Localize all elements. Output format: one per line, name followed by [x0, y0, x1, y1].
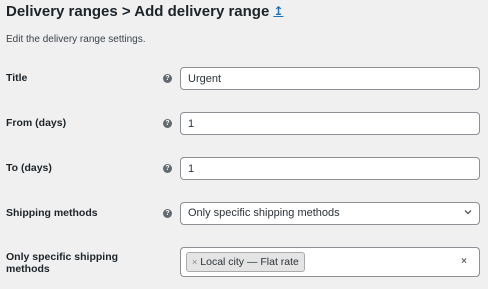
help-icon[interactable]: ? — [163, 119, 172, 128]
to-days-input[interactable] — [180, 157, 480, 180]
chevron-down-icon — [464, 210, 472, 215]
help-icon[interactable]: ? — [163, 164, 172, 173]
help-icon[interactable]: ? — [163, 74, 172, 83]
from-days-label: From (days) — [6, 117, 67, 129]
shipping-method-chip: × Local city — Flat rate — [186, 252, 305, 272]
shipping-methods-select[interactable]: Only specific shipping methods — [180, 202, 480, 225]
specific-methods-label: Only specific shipping methods — [6, 251, 118, 275]
page-title: Delivery ranges > Add delivery range ↥ — [6, 3, 283, 21]
to-days-label: To (days) — [6, 162, 52, 174]
up-arrow-icon[interactable]: ↥ — [273, 4, 283, 18]
specific-methods-multiselect[interactable]: × Local city — Flat rate × — [180, 247, 480, 277]
from-days-input[interactable] — [180, 112, 480, 135]
help-icon[interactable]: ? — [163, 209, 172, 218]
specific-methods-label-line1: Only specific shipping — [6, 251, 119, 263]
specific-methods-label-line2: methods — [6, 263, 50, 275]
title-label: Title — [6, 72, 28, 84]
chip-remove-icon[interactable]: × — [192, 257, 197, 267]
shipping-methods-selected: Only specific shipping methods — [188, 207, 340, 219]
shipping-methods-label: Shipping methods — [6, 207, 98, 219]
title-input[interactable] — [180, 67, 480, 90]
page-description: Edit the delivery range settings. — [6, 34, 146, 45]
clear-selection-icon[interactable]: × — [461, 256, 467, 268]
page-title-text: Delivery ranges > Add delivery range — [6, 3, 270, 20]
chip-label: Local city — Flat rate — [200, 256, 299, 268]
